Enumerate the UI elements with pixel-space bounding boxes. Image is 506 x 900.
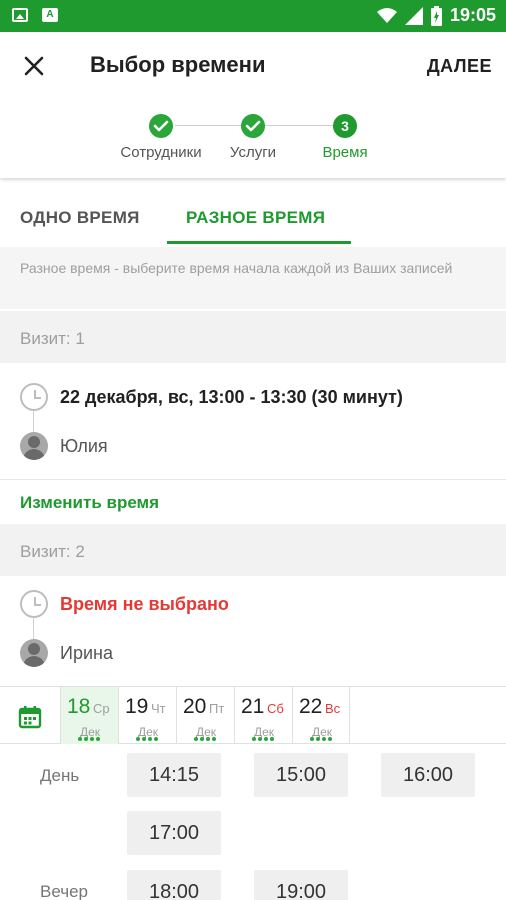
visit-staff-row: Юлия (20, 432, 108, 460)
change-time-link[interactable]: Изменить время (20, 493, 159, 513)
time-slot[interactable]: 17:00 (127, 811, 221, 855)
staff-name: Юлия (60, 435, 108, 456)
calendar-icon[interactable] (18, 705, 42, 729)
visit-time-row: Время не выбрано (20, 590, 229, 618)
availability-dots (252, 737, 276, 741)
clock-time: 19:05 (449, 5, 496, 25)
availability-dots (78, 737, 102, 741)
time-slot[interactable]: 15:00 (254, 753, 348, 797)
date-number: 22 (299, 695, 323, 718)
mode-tabs: ОДНО ВРЕМЯ РАЗНОЕ ВРЕМЯ (0, 188, 506, 244)
date-item[interactable]: 19 Чт Дек (118, 687, 176, 745)
date-item[interactable]: 20 Пт Дек (176, 687, 234, 745)
page-title: Выбор времени (90, 52, 266, 77)
time-slot[interactable]: 18:00 (127, 870, 221, 900)
date-weekday: Ср (93, 701, 110, 716)
progress-stepper: Сотрудники Услуги 3 Время (0, 100, 506, 178)
period-label-evening: Вечер (40, 882, 88, 900)
date-item[interactable]: 22 Вс Дек (292, 687, 350, 745)
date-item[interactable]: 21 Сб Дек (234, 687, 292, 745)
time-slot[interactable]: 16:00 (381, 753, 475, 797)
tab-single-time[interactable]: ОДНО ВРЕМЯ (20, 208, 140, 228)
close-icon[interactable] (20, 52, 48, 80)
step-time: 3 Время (285, 114, 405, 161)
step-number: 3 (333, 114, 357, 138)
availability-dots (136, 737, 160, 741)
check-icon (241, 114, 265, 138)
next-button[interactable]: ДАЛЕЕ (427, 56, 492, 77)
image-icon (12, 8, 28, 22)
date-strip: 18 Ср Дек 19 Чт Дек 20 Пт Дек 21 Сб Дек … (0, 686, 506, 745)
visit-staff-row: Ирина (20, 639, 113, 667)
time-slot[interactable]: 19:00 (254, 870, 348, 900)
time-not-selected: Время не выбрано (60, 593, 229, 614)
a-icon: A (42, 8, 58, 22)
app-bar: Выбор времени ДАЛЕЕ (0, 32, 506, 100)
date-number: 20 (183, 695, 207, 718)
hint-text: Разное время - выберите время начала каж… (0, 247, 506, 309)
clock-icon (20, 383, 48, 411)
signal-icon (404, 6, 423, 25)
date-weekday: Чт (151, 701, 166, 716)
date-number: 18 (67, 695, 91, 718)
visit-time: 22 декабря, вс, 13:00 - 13:30 (30 минут) (60, 386, 403, 407)
availability-dots (194, 737, 218, 741)
tab-indicator (167, 241, 351, 244)
date-weekday: Пт (209, 701, 225, 716)
avatar (20, 432, 48, 460)
visit-header: Визит: 2 (0, 524, 506, 576)
check-icon (149, 114, 173, 138)
date-item[interactable]: 18 Ср Дек (60, 687, 118, 745)
period-label-day: День (40, 766, 80, 785)
wifi-icon (376, 7, 397, 23)
date-number: 19 (125, 695, 149, 718)
status-bar: A 19:05 (0, 0, 506, 32)
time-slot[interactable]: 14:15 (127, 753, 221, 797)
step-label: Время (322, 144, 368, 161)
avatar (20, 639, 48, 667)
tab-different-time[interactable]: РАЗНОЕ ВРЕМЯ (186, 208, 325, 228)
visit-header: Визит: 1 (0, 311, 506, 363)
date-weekday: Сб (267, 701, 284, 716)
battery-charging-icon (430, 5, 442, 26)
staff-name: Ирина (60, 642, 113, 663)
time-slots: День 14:15 15:00 16:00 17:00 Вечер 18:00… (0, 744, 506, 900)
availability-dots (310, 737, 334, 741)
date-weekday: Вс (325, 701, 341, 716)
date-number: 21 (241, 695, 265, 718)
clock-icon (20, 590, 48, 618)
divider (0, 479, 506, 480)
visit-time-row: 22 декабря, вс, 13:00 - 13:30 (30 минут) (20, 383, 403, 411)
